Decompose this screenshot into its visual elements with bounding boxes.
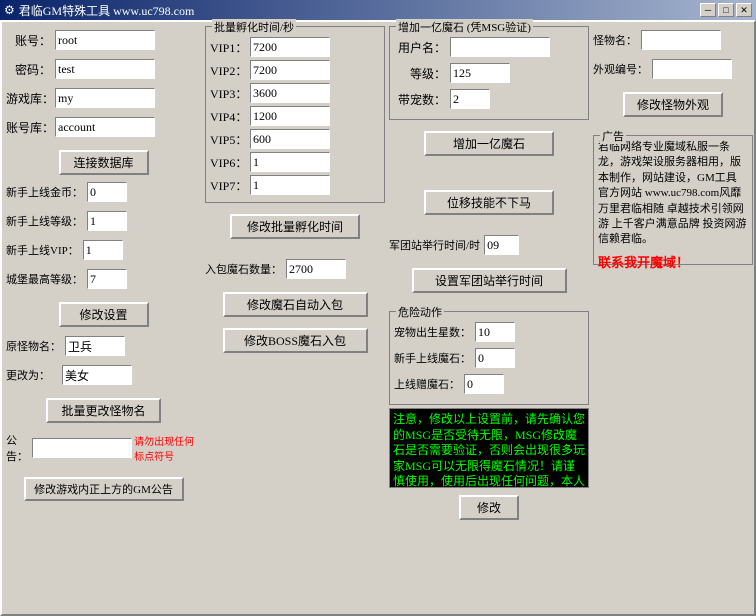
- auto-pack-label: 入包魔石数量：: [205, 261, 282, 277]
- vip5-input[interactable]: [250, 129, 330, 149]
- vip3-label: VIP3：: [210, 85, 250, 102]
- army-time-label: 军团站举行时间/时: [389, 237, 480, 253]
- add-demon-title: 增加一亿魔石 (凭MSG验证): [396, 19, 533, 35]
- far-right-section: 怪物名： 外观编号： 修改怪物外观 广告 君临网络专业魔域私服一条龙，游戏架设服…: [593, 26, 753, 610]
- notice-label: 公告：: [6, 432, 28, 464]
- title-bar: ⚙ 君临GM特殊工具 www.uc798.com ─ □ ✕: [0, 0, 756, 20]
- ad-group: 广告 君临网络专业魔域私服一条龙，游戏架设服务器相用，版本制作，网站建设，GM工…: [593, 135, 753, 265]
- modify-boss-pack-button[interactable]: 修改BOSS魔石入包: [223, 328, 368, 353]
- accountdb-input[interactable]: [55, 117, 155, 137]
- new-gold-input[interactable]: [87, 182, 127, 202]
- new-vip-input[interactable]: [83, 240, 123, 260]
- batch-change-monster-button[interactable]: 批量更改怪物名: [46, 398, 161, 423]
- new-vip-label: 新手上线VIP：: [6, 242, 79, 258]
- original-monster-input[interactable]: [65, 336, 125, 356]
- castle-max-input[interactable]: [87, 269, 127, 289]
- password-label: 密码：: [6, 61, 51, 78]
- vip5-label: VIP5：: [210, 131, 250, 148]
- online-gift-label: 上线赠魔石：: [394, 376, 460, 392]
- equip-count-input[interactable]: [450, 89, 490, 109]
- vip1-input[interactable]: [250, 37, 330, 57]
- password-input[interactable]: [55, 59, 155, 79]
- change-to-input[interactable]: [62, 365, 132, 385]
- vip6-label: VIP6：: [210, 154, 250, 171]
- change-to-label: 更改为：: [6, 367, 50, 383]
- appearance-label: 外观编号：: [593, 61, 648, 77]
- app-icon: ⚙: [4, 3, 15, 18]
- middle-column: 批量孵化时间/秒 VIP1： VIP2： VIP3： VIP4：: [205, 26, 385, 610]
- danger-group: 危险动作 宠物出生星数： 新手上线魔石： 上线赠魔石：: [389, 311, 589, 405]
- maximize-button[interactable]: □: [718, 3, 734, 17]
- add-demon-section: 增加一亿魔石 (凭MSG验证) 用户名： 等级： 带宠数：: [389, 26, 589, 610]
- level-label: 等级：: [396, 65, 446, 82]
- right-area: 增加一亿魔石 (凭MSG验证) 用户名： 等级： 带宠数：: [389, 26, 753, 610]
- new-level-label: 新手上线等级：: [6, 213, 83, 229]
- new-online-demon-input[interactable]: [475, 348, 515, 368]
- ad-title: 广告: [600, 128, 626, 144]
- batch-hatch-title: 批量孵化时间/秒: [212, 19, 296, 35]
- app-title: 君临GM特殊工具 www.uc798.com: [19, 2, 195, 19]
- account-input[interactable]: [55, 30, 155, 50]
- army-time-input[interactable]: [484, 235, 519, 255]
- left-column: 账号： 密码： 游戏库： 账号库： 连接数据库 新手上线金币：: [6, 26, 201, 610]
- modify-batch-hatch-button[interactable]: 修改批量孵化时间: [230, 214, 360, 239]
- move-skill-button[interactable]: 位移技能不下马: [424, 190, 554, 215]
- vip3-input[interactable]: [250, 83, 330, 103]
- batch-hatch-group: 批量孵化时间/秒 VIP1： VIP2： VIP3： VIP4：: [205, 26, 385, 203]
- vip6-input[interactable]: [250, 152, 330, 172]
- gamedb-input[interactable]: [55, 88, 155, 108]
- vip4-input[interactable]: [250, 106, 330, 126]
- modify-notice-button[interactable]: 修改游戏内正上方的GM公告: [24, 477, 184, 501]
- set-army-button[interactable]: 设置军团站举行时间: [412, 268, 567, 293]
- modify-auto-pack-button[interactable]: 修改魔石自动入包: [223, 292, 368, 317]
- add-demon-button[interactable]: 增加一亿魔石: [424, 131, 554, 156]
- vip1-label: VIP1：: [210, 39, 250, 56]
- castle-max-label: 城堡最高等级：: [6, 271, 83, 287]
- equip-count-label: 带宠数：: [396, 91, 446, 108]
- ad-link[interactable]: 联系我开魔域！: [598, 255, 689, 270]
- gamedb-label: 游戏库：: [6, 90, 51, 107]
- level-input[interactable]: [450, 63, 510, 83]
- username-label: 用户名：: [396, 39, 446, 56]
- modify-danger-button[interactable]: 修改: [459, 495, 519, 520]
- auto-pack-input[interactable]: [286, 259, 346, 279]
- username-input[interactable]: [450, 37, 550, 57]
- danger-title: 危险动作: [396, 304, 444, 320]
- vip4-label: VIP4：: [210, 108, 250, 125]
- pet-star-input[interactable]: [475, 322, 515, 342]
- modify-appearance-button[interactable]: 修改怪物外观: [623, 92, 723, 117]
- new-online-demon-label: 新手上线魔石：: [394, 350, 471, 366]
- vip7-input[interactable]: [250, 175, 330, 195]
- add-demon-group: 增加一亿魔石 (凭MSG验证) 用户名： 等级： 带宠数：: [389, 26, 589, 120]
- notice-input[interactable]: [32, 438, 132, 458]
- vip2-input[interactable]: [250, 60, 330, 80]
- warning-content: 注意，修改以上设置前，请先确认您的MSG是否受待无限，MSG修改魔石是否需要验证…: [393, 412, 585, 488]
- online-gift-input[interactable]: [464, 374, 504, 394]
- monster-name-input[interactable]: [641, 30, 721, 50]
- new-level-input[interactable]: [87, 211, 127, 231]
- new-gold-label: 新手上线金币：: [6, 184, 83, 200]
- close-button[interactable]: ✕: [736, 3, 752, 17]
- pet-star-label: 宠物出生星数：: [394, 324, 471, 340]
- warning-text: 注意，修改以上设置前，请先确认您的MSG是否受待无限，MSG修改魔石是否需要验证…: [389, 408, 589, 488]
- connect-db-button[interactable]: 连接数据库: [59, 150, 149, 175]
- notice-hint: 请勿出现任何标点符号: [134, 433, 201, 463]
- minimize-button[interactable]: ─: [700, 3, 716, 17]
- modify-settings-button[interactable]: 修改设置: [59, 302, 149, 327]
- vip7-label: VIP7：: [210, 177, 250, 194]
- accountdb-label: 账号库：: [6, 119, 51, 136]
- main-window: 账号： 密码： 游戏库： 账号库： 连接数据库 新手上线金币：: [0, 20, 756, 616]
- original-monster-label: 原怪物名：: [6, 338, 61, 354]
- monster-name-label: 怪物名：: [593, 32, 637, 48]
- vip2-label: VIP2：: [210, 62, 250, 79]
- appearance-input[interactable]: [652, 59, 732, 79]
- account-label: 账号：: [6, 32, 51, 49]
- ad-text: 君临网络专业魔域私服一条龙，游戏架设服务器相用，版本制作，网站建设，GM工具 官…: [598, 140, 748, 248]
